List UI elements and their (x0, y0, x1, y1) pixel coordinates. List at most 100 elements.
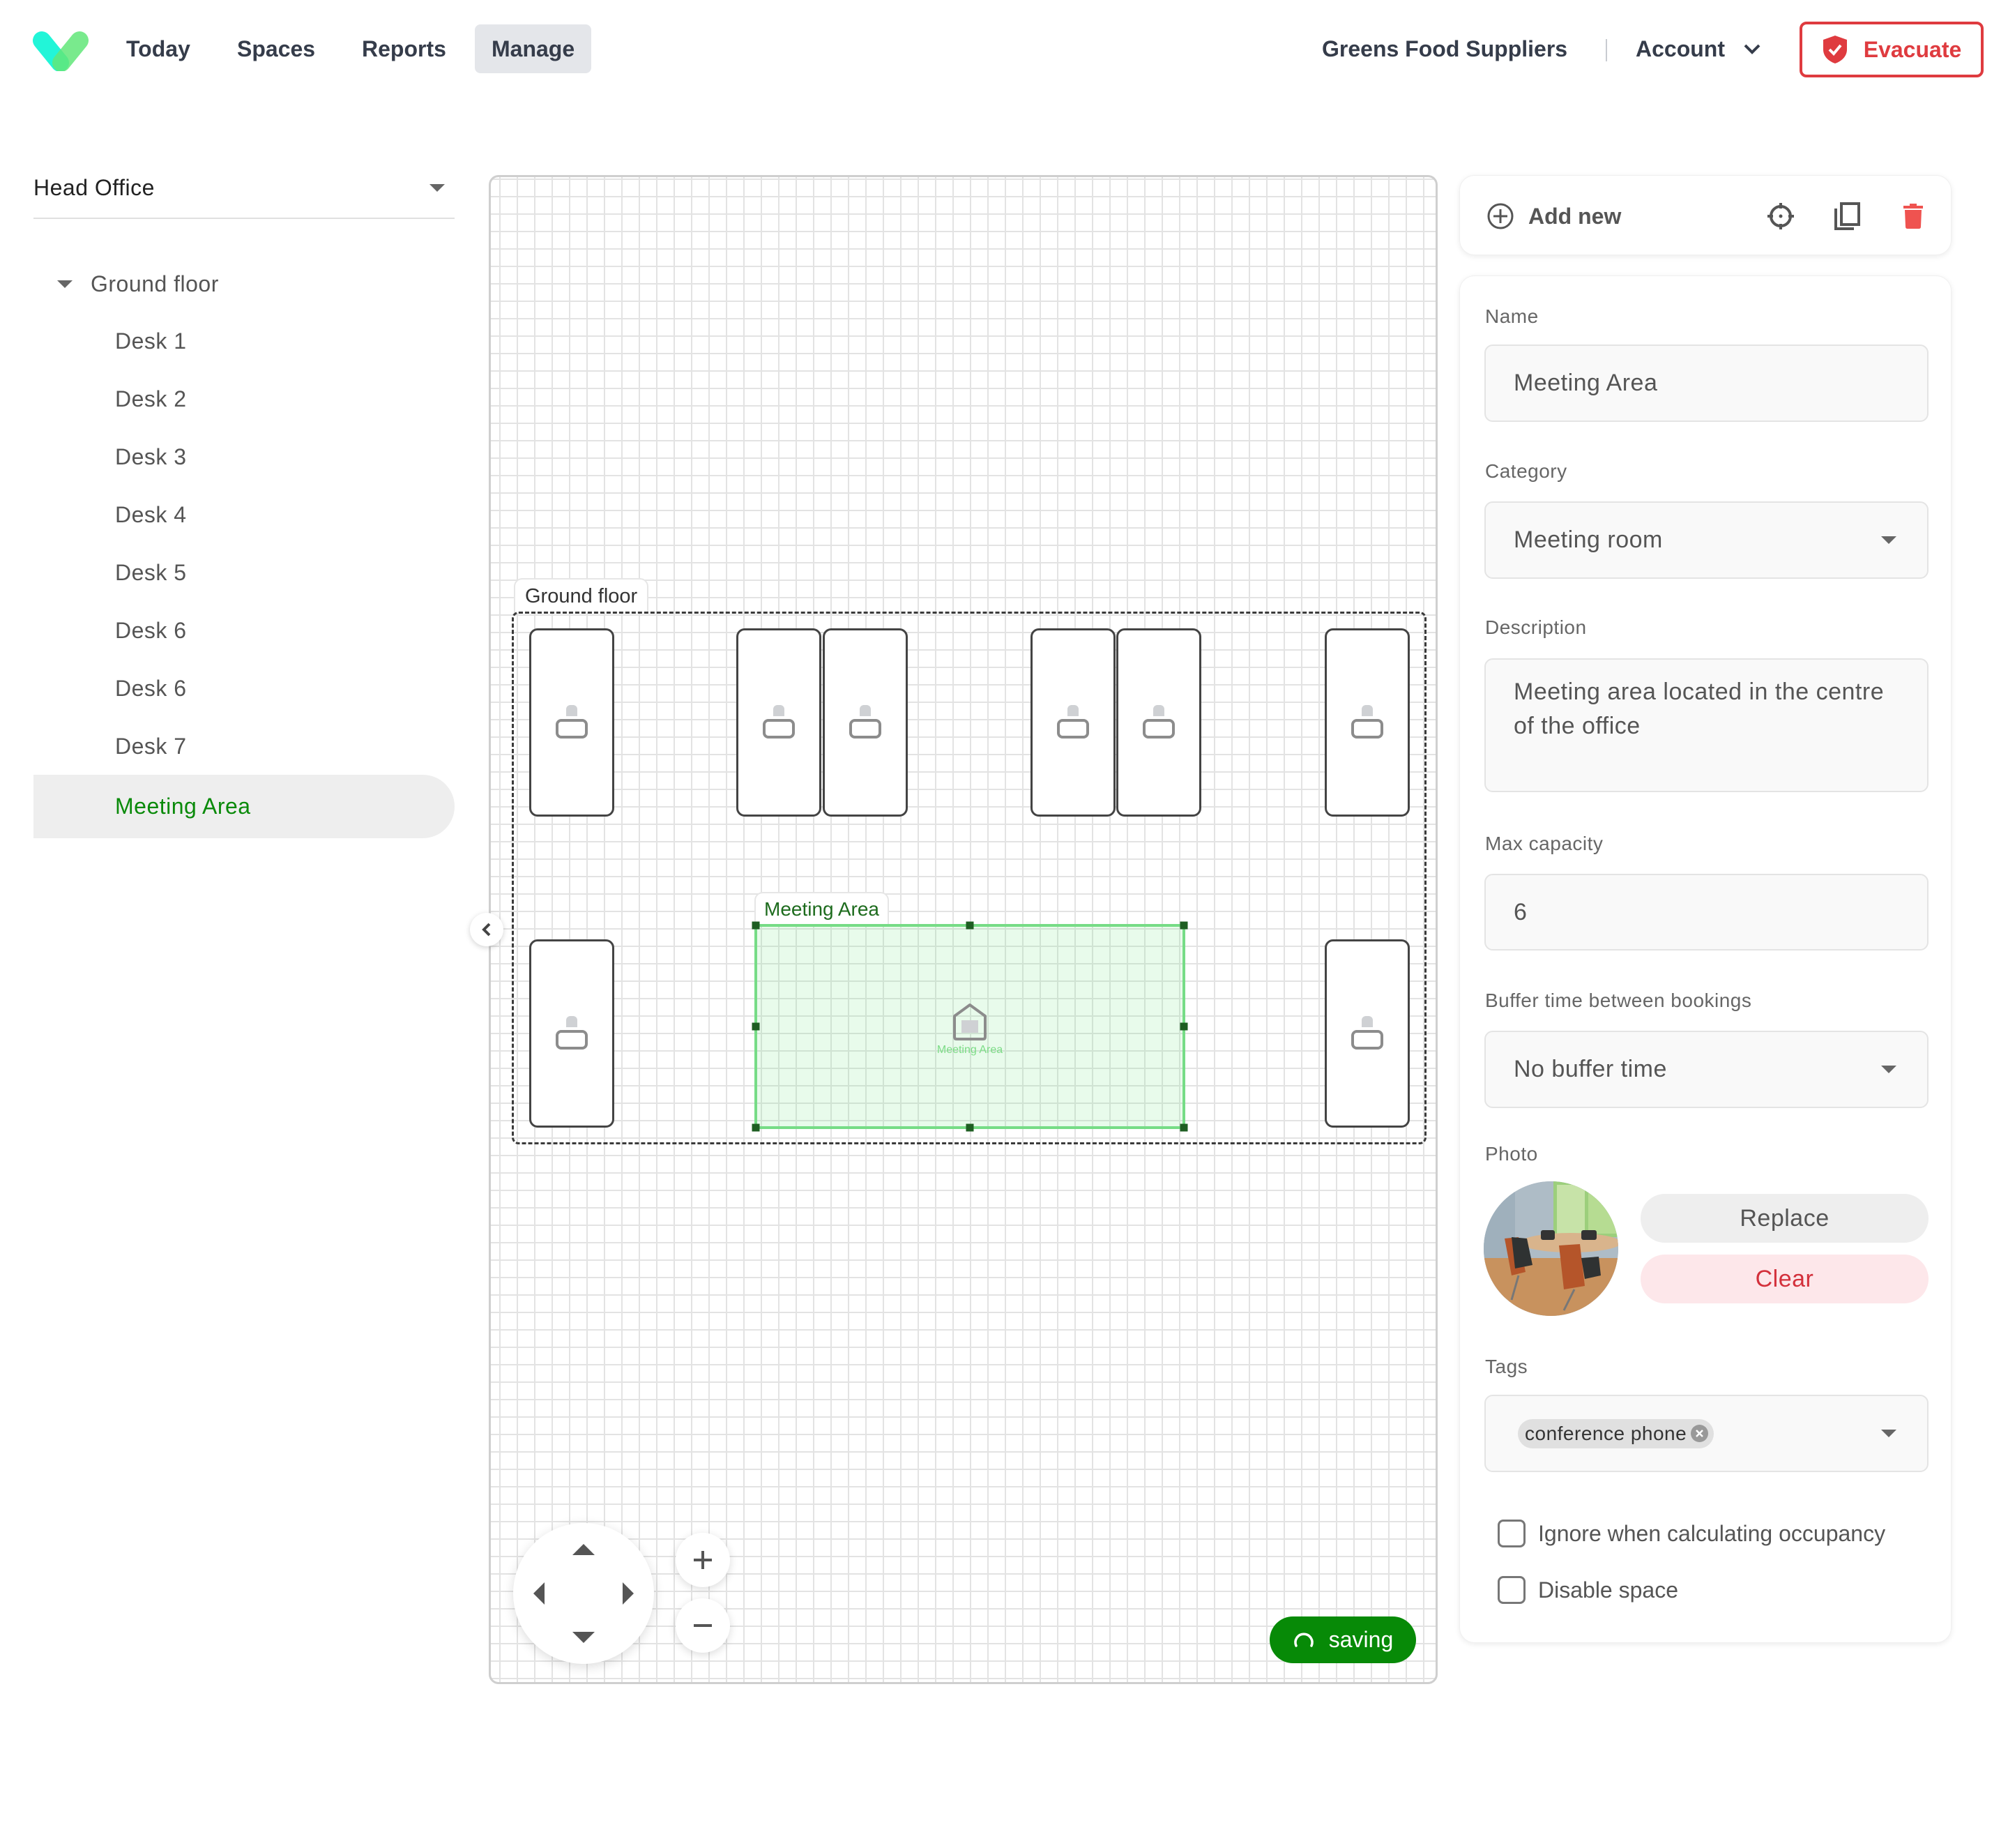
account-menu[interactable]: Account (1636, 24, 1761, 73)
photo-label: Photo (1485, 1143, 1538, 1165)
header-divider (1606, 39, 1607, 61)
tree-floor-label: Ground floor (91, 271, 219, 296)
nav-reports[interactable]: Reports (345, 24, 463, 73)
buffer-time-select[interactable]: No buffer time (1484, 1031, 1929, 1108)
meeting-room-photo (1484, 1181, 1618, 1316)
desk-shape[interactable] (1116, 628, 1201, 817)
zoom-out-button[interactable] (676, 1598, 730, 1653)
resize-handle-ne[interactable] (1180, 921, 1188, 930)
clear-photo-button[interactable]: Clear (1641, 1255, 1929, 1303)
disable-space-checkbox-row[interactable]: Disable space (1498, 1576, 1678, 1604)
tree-item-label: Desk 3 (115, 444, 187, 469)
pan-up-icon[interactable] (572, 1544, 595, 1555)
buffer-time-value: No buffer time (1514, 1056, 1667, 1082)
caret-down-icon (1881, 1066, 1896, 1073)
desk-icon (763, 705, 795, 740)
tree-item-label: Desk 1 (115, 328, 187, 354)
pan-down-icon[interactable] (572, 1632, 595, 1643)
ignore-occupancy-checkbox[interactable] (1498, 1520, 1526, 1547)
duplicate-button[interactable] (1827, 197, 1866, 236)
tree-item-desk-6b[interactable]: Desk 6 (33, 659, 455, 718)
buffer-time-label: Buffer time between bookings (1485, 990, 1752, 1011)
app-logo[interactable] (32, 31, 89, 72)
nav-manage[interactable]: Manage (475, 24, 592, 73)
locate-button[interactable] (1761, 197, 1800, 236)
crosshair-icon (1767, 203, 1794, 229)
chevron-left-icon (482, 923, 491, 937)
pan-control (513, 1523, 654, 1664)
account-label: Account (1636, 36, 1725, 61)
meeting-area-label: Meeting Area (754, 892, 889, 925)
desk-icon (556, 1016, 588, 1051)
caret-down-icon (429, 183, 445, 192)
tree-item-desk-1[interactable]: Desk 1 (33, 312, 455, 370)
tags-select[interactable]: conference phone (1484, 1395, 1929, 1472)
site-selector-value: Head Office (33, 174, 155, 200)
floor-label: Ground floor (514, 578, 649, 613)
remove-tag-icon[interactable] (1691, 1425, 1709, 1442)
organization-name: Greens Food Suppliers (1322, 36, 1568, 61)
desk-shape[interactable] (529, 939, 614, 1128)
resize-handle-sw[interactable] (752, 1123, 760, 1132)
add-new-button[interactable]: Add new (1486, 195, 1621, 237)
evacuate-button[interactable]: Evacuate (1800, 22, 1984, 77)
delete-button[interactable] (1894, 197, 1933, 236)
tree-item-desk-6[interactable]: Desk 6 (33, 601, 455, 660)
resize-handle-nw[interactable] (752, 921, 760, 930)
plus-icon (694, 1551, 712, 1569)
spinner-icon (1294, 1633, 1314, 1647)
space-details-form: Name Meeting Area Category Meeting room … (1459, 275, 1952, 1643)
max-capacity-input[interactable]: 6 (1484, 874, 1929, 950)
name-value: Meeting Area (1514, 370, 1658, 396)
nav-spaces[interactable]: Spaces (220, 24, 332, 73)
logo-icon (33, 31, 89, 72)
tree-item-meeting-area[interactable]: Meeting Area (33, 775, 455, 838)
desk-shape[interactable] (1325, 628, 1410, 817)
add-new-label: Add new (1528, 203, 1622, 229)
plus-circle-icon (1487, 203, 1514, 229)
description-value: Meeting area located in the centre of th… (1514, 679, 1885, 739)
tree-item-label: Desk 7 (115, 733, 187, 759)
max-capacity-value: 6 (1514, 898, 1528, 925)
caret-down-icon[interactable] (57, 280, 73, 288)
name-label: Name (1485, 305, 1539, 327)
resize-handle-e[interactable] (1180, 1022, 1188, 1031)
category-select[interactable]: Meeting room (1484, 501, 1929, 579)
resize-handle-n[interactable] (966, 921, 974, 930)
description-textarea[interactable]: Meeting area located in the centre of th… (1484, 658, 1929, 792)
desk-icon (1351, 705, 1383, 740)
tag-chip-label: conference phone (1525, 1422, 1687, 1444)
tree-item-desk-3[interactable]: Desk 3 (33, 427, 455, 486)
saving-status-label: saving (1328, 1627, 1394, 1652)
shield-check-icon (1823, 36, 1847, 63)
desk-shape[interactable] (1325, 939, 1410, 1128)
name-input[interactable]: Meeting Area (1484, 344, 1929, 422)
ignore-occupancy-checkbox-row[interactable]: Ignore when calculating occupancy (1498, 1520, 1885, 1547)
meeting-area-shape[interactable]: Meeting Area (754, 924, 1185, 1129)
resize-handle-se[interactable] (1180, 1123, 1188, 1132)
desk-shape[interactable] (823, 628, 908, 817)
desk-shape[interactable] (529, 628, 614, 817)
pan-right-icon[interactable] (623, 1582, 634, 1605)
caret-down-icon (1881, 1430, 1896, 1437)
space-toolbar: Add new (1459, 175, 1952, 255)
site-selector[interactable]: Head Office (33, 158, 455, 219)
resize-handle-s[interactable] (966, 1123, 974, 1132)
tree-item-desk-2[interactable]: Desk 2 (33, 370, 455, 428)
tree-item-desk-4[interactable]: Desk 4 (33, 485, 455, 544)
nav-today[interactable]: Today (109, 24, 207, 73)
collapse-sidebar-button[interactable] (470, 913, 503, 946)
tree-item-desk-7[interactable]: Desk 7 (33, 717, 455, 775)
resize-handle-w[interactable] (752, 1022, 760, 1031)
desk-shape[interactable] (1030, 628, 1116, 817)
floor-plan-canvas[interactable]: Ground floor Meeting Area Meeting Area s… (489, 175, 1438, 1684)
replace-photo-button[interactable]: Replace (1641, 1194, 1929, 1243)
desk-shape[interactable] (736, 628, 821, 817)
tree-floor-ground[interactable]: Ground floor (57, 265, 219, 303)
zoom-in-button[interactable] (676, 1533, 730, 1587)
pan-left-icon[interactable] (533, 1582, 545, 1605)
desk-icon (1057, 705, 1089, 740)
tree-item-desk-5[interactable]: Desk 5 (33, 543, 455, 602)
ignore-occupancy-label: Ignore when calculating occupancy (1538, 1520, 1886, 1546)
disable-space-checkbox[interactable] (1498, 1576, 1526, 1604)
